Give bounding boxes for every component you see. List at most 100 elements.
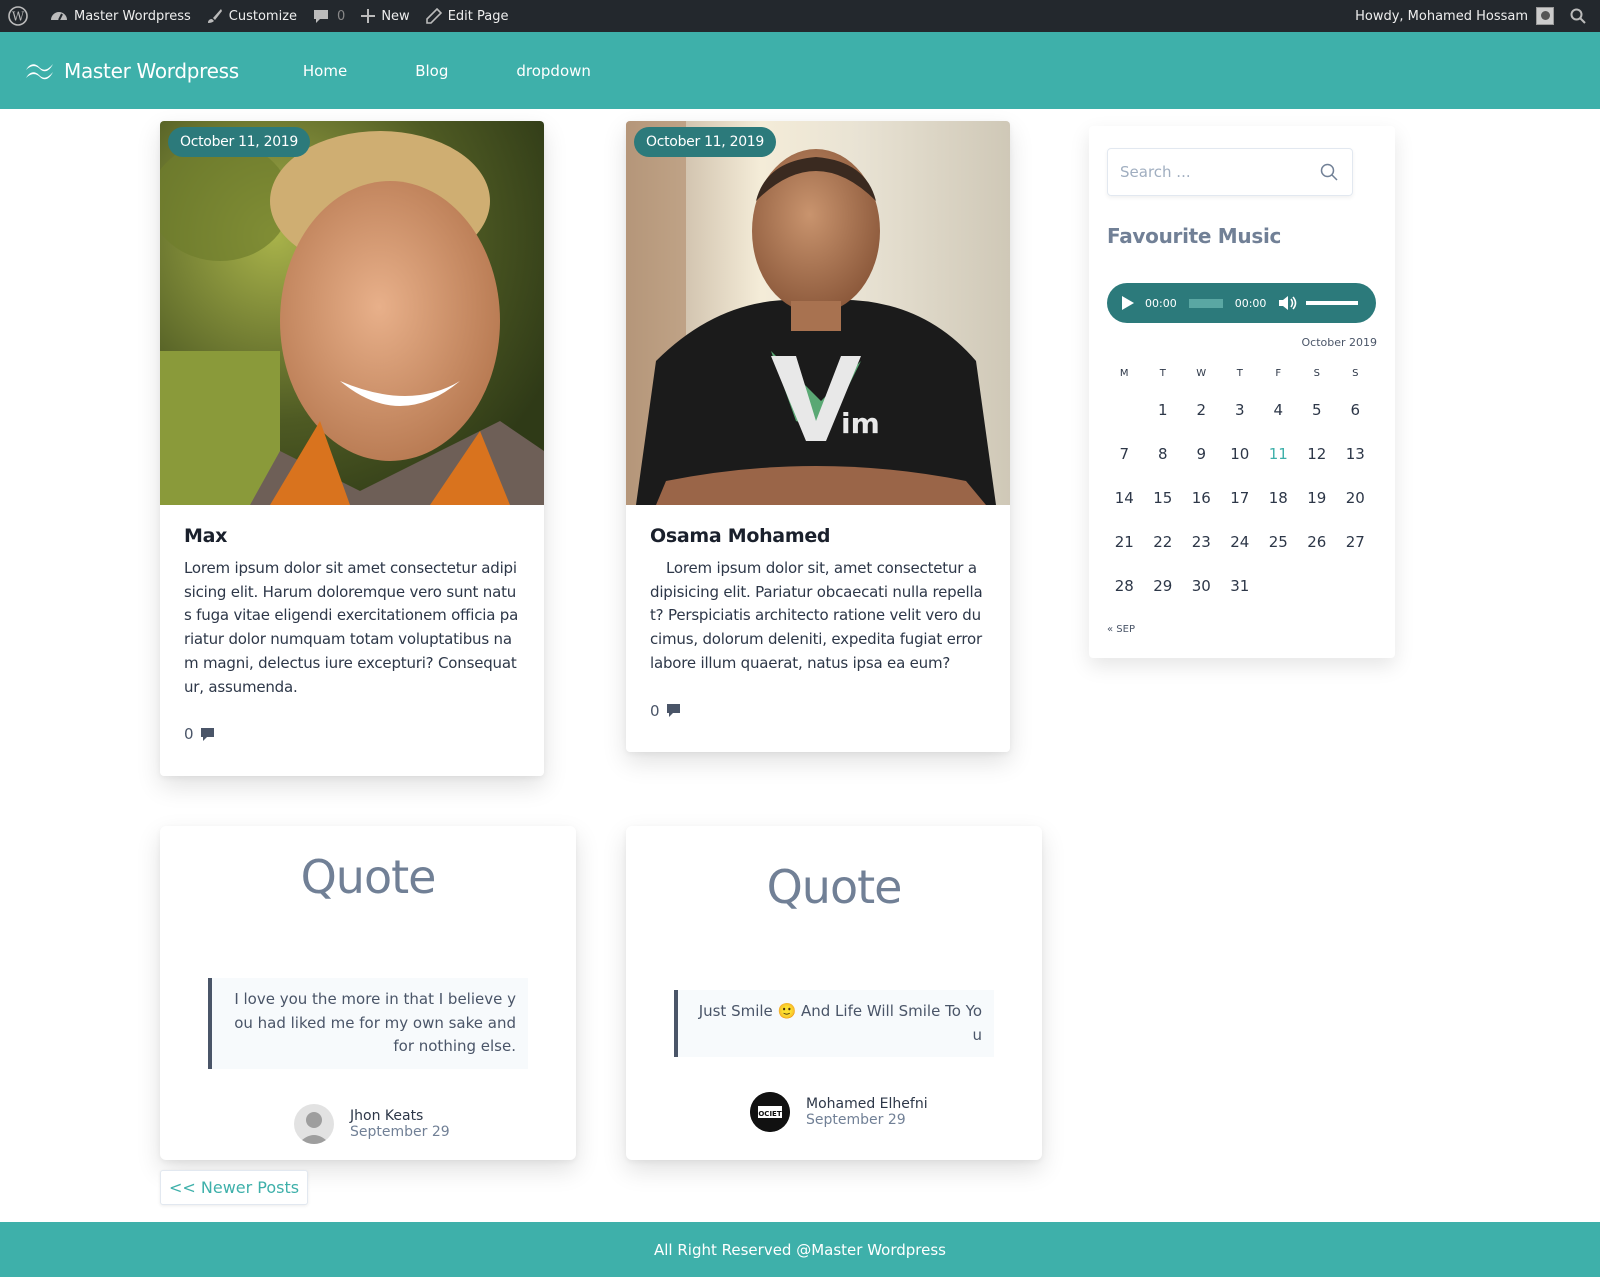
comments-item[interactable]: 0 [305,0,353,32]
calendar: M T W T F S S 1 2 3 4 5 6 7 8 9 10 11 12 13 14 15 16 17 1… [1105,360,1377,608]
author-name: Mohamed Elhefni [806,1096,928,1112]
calendar-week: 1 2 3 4 5 6 [1105,388,1377,432]
wordpress-logo-item[interactable]: W [0,0,42,32]
post-title[interactable]: Max [184,525,520,547]
calendar-day: 2 [1196,401,1207,419]
edit-page-item[interactable]: Edit Page [418,0,517,32]
author-avatar [294,1104,334,1144]
calendar-day: 13 [1345,445,1365,463]
calendar-day: 7 [1119,445,1130,463]
calendar-prev-link[interactable]: « SEP [1107,624,1135,635]
calendar-day: 28 [1114,577,1134,595]
quote-text: Just Smile 🙂 And Life Will Smile To You [674,990,994,1058]
customize-label: Customize [228,8,298,24]
new-item[interactable]: New [353,0,417,32]
calendar-day: 24 [1230,533,1250,551]
nav-blog[interactable]: Blog [415,62,448,80]
edit-page-label: Edit Page [447,8,509,24]
duration-time: 00:00 [1234,296,1267,310]
nav-home[interactable]: Home [303,62,347,80]
dashboard-icon [51,12,67,21]
quote-author: SOCIETY Mohamed Elhefni September 29 [750,1092,928,1132]
post-comments[interactable]: 0 [184,725,520,743]
calendar-day: 15 [1153,489,1173,507]
calendar-day: 9 [1196,445,1207,463]
site-name-item[interactable]: Master Wordpress [42,0,199,32]
post-image[interactable]: October 11, 2019 [160,121,544,505]
volume-slider[interactable] [1306,301,1359,305]
calendar-week: 28 29 30 31 [1105,564,1377,608]
comment-icon [200,727,214,741]
calendar-day: 12 [1307,445,1327,463]
calendar-day: 5 [1311,401,1322,419]
calendar-day: 17 [1230,489,1250,507]
calendar-day: 19 [1307,489,1327,507]
calendar-day[interactable]: 11 [1259,432,1298,476]
calendar-day: 14 [1114,489,1134,507]
newer-posts-link[interactable]: << Newer Posts [160,1170,309,1205]
sidebar: Favourite Music 00:00 00:00 October 2019… [1089,126,1395,658]
calendar-day: 22 [1153,533,1173,551]
comment-count: 0 [184,725,194,744]
quote-author: Jhon Keats September 29 [294,1104,450,1144]
admin-bar: W Master Wordpress Customize 0 New Edit … [0,0,1600,32]
search-icon[interactable] [1320,163,1338,181]
calendar-day: 10 [1230,445,1250,463]
post-date-badge: October 11, 2019 [168,127,311,157]
calendar-day: 6 [1350,401,1361,419]
svg-text:W: W [12,10,25,24]
quote-date: September 29 [350,1124,450,1140]
calendar-day: 23 [1191,533,1211,551]
nav-dropdown[interactable]: dropdown [516,62,591,80]
weekday: F [1275,368,1282,379]
avatar-logo-text: SOCIETY [753,1110,787,1118]
new-label: New [381,8,410,24]
site-name-label: Master Wordpress [74,8,191,24]
portrait-photo [160,121,544,505]
quote-card: Quote Just Smile 🙂 And Life Will Smile T… [626,826,1042,1160]
admin-search-item[interactable] [1562,0,1600,32]
calendar-week: 7 8 9 10 11 12 13 [1105,432,1377,476]
calendar-week: 14 15 16 17 18 19 20 [1105,476,1377,520]
post-card: October 11, 2019 im Osama Mohamed Lorem … [626,121,1010,752]
pencil-icon [425,8,442,24]
calendar-day: 20 [1345,489,1365,507]
account-item[interactable]: Howdy, Mohamed Hossam [1347,0,1562,32]
howdy-label: Howdy, Mohamed Hossam [1355,8,1528,24]
wave-logo-icon [26,63,53,79]
calendar-days: 1 2 3 4 5 6 7 8 9 10 11 12 13 14 15 16 17 18 19 20 21 22 23 24 2… [1105,388,1377,608]
calendar-day: 4 [1273,401,1284,419]
calendar-day: 25 [1268,533,1288,551]
calendar-week: 21 22 23 24 25 26 27 [1105,520,1377,564]
quote-text: I love you the more in that I believe yo… [208,978,528,1070]
search-input[interactable] [1120,163,1310,181]
weekday: W [1196,368,1207,379]
site-footer: All Right Reserved @Master Wordpress [0,1222,1600,1277]
progress-bar[interactable] [1188,298,1223,308]
weekday: T [1159,368,1166,379]
customize-item[interactable]: Customize [199,0,305,32]
post-title[interactable]: Osama Mohamed [650,525,986,547]
music-widget-title: Favourite Music [1107,224,1282,248]
post-excerpt: Lorem ipsum dolor sit amet consectetur a… [184,559,519,696]
quote-date: September 29 [806,1112,906,1128]
calendar-day: 18 [1268,489,1288,507]
brush-icon [207,9,222,23]
play-icon[interactable] [1121,295,1135,311]
brand-link[interactable]: Master Wordpress [24,59,239,83]
quote-title: Quote [766,860,903,914]
post-card: October 11, 2019 Max Lorem ipsum dolor s… [160,121,544,776]
calendar-day: 26 [1307,533,1327,551]
admin-avatar [1536,7,1554,25]
portrait-photo: im [626,121,1010,505]
main-nav: Home Blog dropdown [303,62,659,80]
calendar-weekdays: M T W T F S S [1105,360,1377,388]
comment-icon [314,10,329,23]
calendar-caption: October 2019 [1301,336,1377,349]
society-logo: SOCIETY [750,1092,790,1132]
post-image[interactable]: October 11, 2019 im [626,121,1010,505]
audio-player: 00:00 00:00 [1107,283,1376,323]
calendar-empty-cell [1259,564,1298,608]
post-comments[interactable]: 0 [650,702,986,720]
volume-icon[interactable] [1278,295,1298,311]
